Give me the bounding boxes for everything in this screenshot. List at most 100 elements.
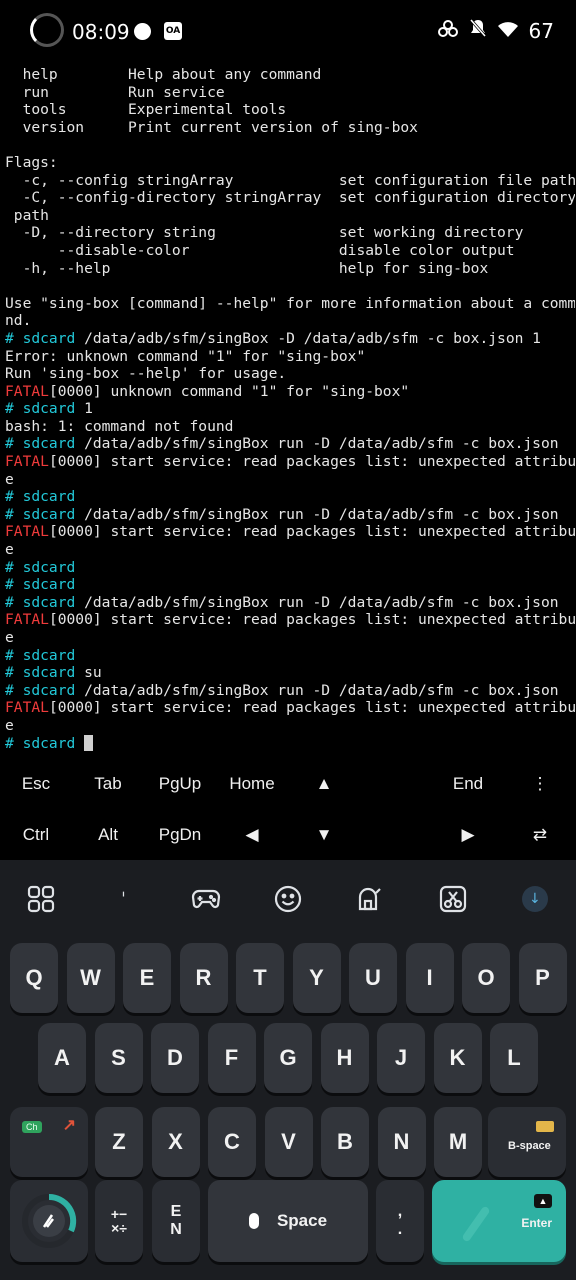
enter-key[interactable]: ▲ Enter [432,1180,566,1262]
status-right: 67 [437,18,554,43]
key-h[interactable]: H [320,1023,369,1093]
key-o[interactable]: O [462,943,510,1013]
line-text: path [5,206,49,224]
app-notification-icon: OA [164,22,182,40]
terminal-line: # sdcard 1 [5,400,575,418]
key-b[interactable]: B [321,1107,369,1177]
punctuation-key[interactable]: , . [376,1180,424,1262]
line-text: Flags: [5,153,58,171]
key-u[interactable]: U [349,943,397,1013]
extra-key-2-0[interactable]: Ctrl [0,825,72,845]
key-q[interactable]: Q [10,943,58,1013]
battery-level: 67 [528,18,554,43]
clipboard-mark-icon[interactable]: ˈ [82,860,164,938]
space-key[interactable]: Space [208,1180,368,1262]
enter-badge-icon: ▲ [534,1194,552,1208]
extra-key-2-1[interactable]: Alt [72,825,144,845]
extra-key-2-3[interactable]: ◀ [216,825,288,845]
backspace-key[interactable]: B-space [488,1107,566,1177]
key-a[interactable]: A [38,1023,86,1093]
key-t[interactable]: T [236,943,284,1013]
fatal-label: FATAL [5,382,49,400]
key-j[interactable]: J [377,1023,425,1093]
ch-badge: Ch [22,1121,42,1133]
key-y[interactable]: Y [292,943,341,1013]
terminal-line: run Run service [5,84,575,102]
extra-key-1-6[interactable]: End [432,774,504,794]
language-key[interactable]: E N [152,1180,200,1262]
key-l[interactable]: L [490,1023,538,1093]
terminal-line: # sdcard [5,559,575,577]
key-r[interactable]: R [179,943,228,1013]
shell-prompt: # sdcard [5,576,76,594]
shift-key[interactable]: Ch ↗ [10,1107,88,1177]
symbols-key[interactable]: +− ×÷ [95,1180,143,1262]
line-text: /data/adb/sfm/singBox run -D /data/adb/s… [75,505,559,523]
scissors-icon[interactable] [411,860,493,938]
extra-key-2-4[interactable]: ▼ [288,825,360,845]
terminal-line: nd. [5,312,575,330]
terminal-line: Run 'sing-box --help' for usage. [5,365,575,383]
terminal-output[interactable]: help Help about any command run Run serv… [5,66,575,752]
key-z[interactable]: Z [95,1107,143,1177]
line-text: [0000] start service: read packages list… [48,453,575,471]
key-c[interactable]: C [208,1107,256,1177]
line-text: e [5,470,14,488]
soft-keyboard: ˈ ↓ Q W E R T Y U I O P A S D F G H J K L Z X C V B N M Ch ↗ B-space… [0,860,576,1280]
key-e[interactable]: E [123,943,171,1013]
shell-prompt: # sdcard [5,646,76,664]
extra-key-1-0[interactable]: Esc [0,774,72,794]
key-x[interactable]: X [151,1107,200,1177]
punctuation-label: , . [397,1203,403,1238]
terminal-line: -D, --directory string set working direc… [5,224,575,242]
emoji-icon[interactable] [247,860,329,938]
line-text: /data/adb/sfm/singBox run -D /data/adb/s… [75,593,559,611]
key-f[interactable]: F [207,1023,256,1093]
line-text [75,735,84,752]
terminal-line: # sdcard /data/adb/sfm/singBox run -D /d… [5,594,575,612]
handwriting-dial-key[interactable] [10,1180,88,1262]
extra-key-1-1[interactable]: Tab [72,774,144,794]
pen-dial-icon [22,1193,77,1248]
terminal-line: # sdcard [5,734,575,753]
terminal-line: FATAL[0000] start service: read packages… [5,611,575,629]
collapse-keyboard-icon[interactable]: ↓ [494,860,576,938]
extra-key-1-2[interactable]: PgUp [144,774,216,794]
key-s[interactable]: S [94,1023,143,1093]
theme-icon[interactable] [329,860,411,938]
key-i[interactable]: I [405,943,454,1013]
shell-prompt: # sdcard [5,400,76,418]
hotspot-icon [437,19,459,43]
key-n[interactable]: N [377,1107,426,1177]
line-text: [0000] start service: read packages list… [48,699,575,717]
line-text: e [5,716,14,734]
line-text: /data/adb/sfm/singBox run -D /data/adb/s… [75,681,559,699]
terminal-line: --disable-color disable color output [5,242,575,260]
microphone-icon [248,1213,259,1229]
gamepad-icon[interactable] [165,860,247,938]
extra-key-2-7[interactable]: ⇄ [504,825,576,845]
line-text: -D, --directory string set working direc… [5,224,524,242]
key-d[interactable]: D [151,1023,199,1093]
backspace-label: B-space [508,1140,551,1152]
key-m[interactable]: M [434,1107,482,1177]
line-text: nd. [5,312,32,330]
key-w[interactable]: W [66,943,115,1013]
key-p[interactable]: P [518,943,567,1013]
terminal-line: # sdcard /data/adb/sfm/singBox run -D /d… [5,682,575,700]
extra-key-1-3[interactable]: Home [216,774,288,794]
terminal-line: path [5,207,575,225]
apps-grid-icon[interactable] [0,860,82,938]
extra-key-1-7[interactable]: ⋮ [504,774,576,794]
terminal-line: Use "sing-box [command] --help" for more… [5,295,575,313]
extra-key-2-2[interactable]: PgDn [144,825,216,845]
extra-key-1-4[interactable]: ▲ [288,774,360,794]
key-v[interactable]: V [264,1107,313,1177]
key-g[interactable]: G [264,1023,312,1093]
key-k[interactable]: K [433,1023,482,1093]
terminal-line: e [5,717,575,735]
terminal-line: Flags: [5,154,575,172]
extra-key-2-6[interactable]: ▶ [432,825,504,845]
terminal-line: FATAL[0000] start service: read packages… [5,523,575,541]
